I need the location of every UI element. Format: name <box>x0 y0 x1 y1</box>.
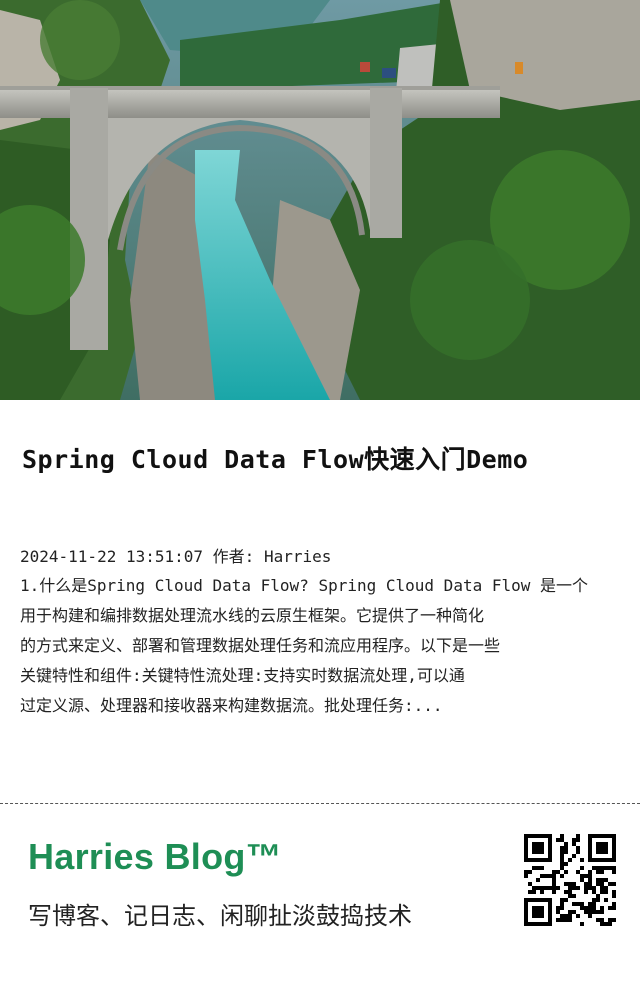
brand-slogan: 写博客、记日志、闲聊扯淡鼓捣技术 <box>28 902 412 930</box>
excerpt-line: 过定义源、处理器和接收器来构建数据流。批处理任务:... <box>20 696 443 715</box>
post-datetime: 2024-11-22 13:51:07 <box>20 547 204 566</box>
excerpt-line: 的方式来定义、部署和管理数据处理任务和流应用程序。以下是一些 <box>20 636 501 655</box>
excerpt-line: 用于构建和编排数据处理流水线的云原生框架。它提供了一种简化 <box>20 606 485 625</box>
qr-code-icon[interactable] <box>524 834 616 926</box>
author-label: 作者: <box>212 547 255 566</box>
post-title[interactable]: Spring Cloud Data Flow快速入门Demo <box>22 440 622 476</box>
post-meta: 2024-11-22 13:51:07 作者: Harries <box>20 543 620 567</box>
excerpt-line: 1.什么是Spring Cloud Data Flow? Spring Clou… <box>20 576 589 595</box>
brand-name: Harries Blog™ <box>28 836 282 877</box>
dashed-divider <box>0 803 640 804</box>
post-author[interactable]: Harries <box>264 547 331 566</box>
post-excerpt: 1.什么是Spring Cloud Data Flow? Spring Clou… <box>20 571 634 721</box>
excerpt-line: 关键特性和组件:关键特性流处理:支持实时数据流处理,可以通 <box>20 666 465 685</box>
qr-code-graphic <box>524 834 616 926</box>
hero-image <box>0 0 640 400</box>
bridge-canyon-photo <box>0 0 640 400</box>
